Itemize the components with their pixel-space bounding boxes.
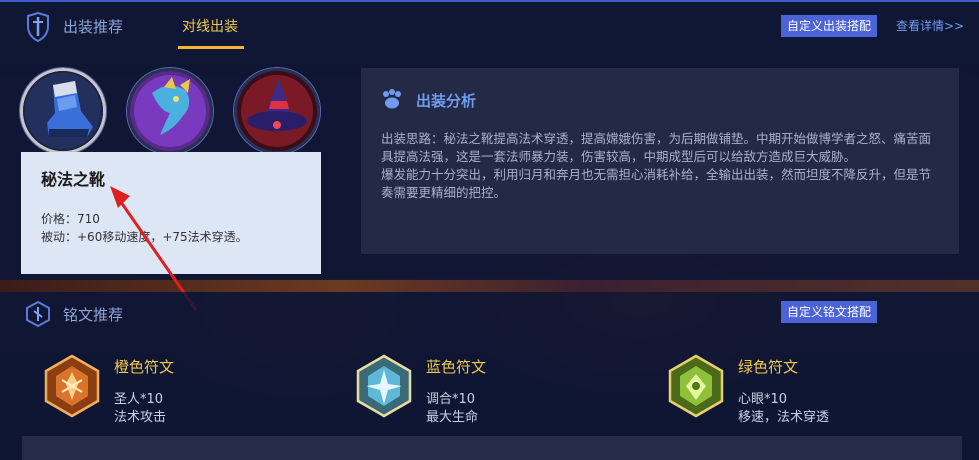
- rune-detail: 法术攻击: [114, 410, 167, 425]
- boots-icon: [23, 71, 103, 151]
- custom-rune-button[interactable]: 自定义铭文搭配: [781, 301, 877, 323]
- item-slot-scepter[interactable]: [127, 68, 213, 154]
- section-title: 出装推荐: [63, 18, 124, 36]
- rune-orange: 橙色符文 圣人*10 法术攻击: [42, 354, 302, 425]
- orange-rune-icon[interactable]: [42, 354, 102, 418]
- tooltip-item-name: 秘法之靴: [41, 170, 106, 189]
- item-slot-hat[interactable]: [234, 68, 320, 154]
- analysis-paragraph: 爆发能力十分突出，利用归月和奔月也无需担心消耗补给，全输出出装，然而坦度不降反升…: [381, 167, 932, 200]
- custom-build-button[interactable]: 自定义出装搭配: [781, 15, 877, 37]
- rune-green: 绿色符文 心眼*10 移速，法术穿透: [666, 354, 926, 425]
- rune-detail: 心眼*10: [738, 392, 788, 407]
- paw-icon: [383, 89, 401, 109]
- wizard-hat-icon: [237, 71, 317, 151]
- blue-rune-icon[interactable]: [354, 354, 414, 418]
- rune-detail: 圣人*10: [114, 392, 164, 407]
- next-section-edge: [22, 436, 962, 460]
- green-rune-icon[interactable]: [666, 354, 726, 418]
- tooltip-price: 价格：710: [41, 212, 100, 226]
- analysis-paragraph: 出装思路：秘法之靴提高法术穿透，提高嫦娥伤害，为后期做铺垫。中期开始做博学者之怒…: [381, 131, 932, 164]
- tab-lane-build[interactable]: 对线出装: [182, 16, 238, 36]
- analysis-text: 出装思路：秘法之靴提高法术穿透，提高嫦娥伤害，为后期做铺垫。中期开始做博学者之怒…: [381, 130, 943, 202]
- rune-hexagon-icon: [26, 301, 50, 327]
- build-analysis-box: 出装分析 出装思路：秘法之靴提高法术穿透，提高嫦娥伤害，为后期做铺垫。中期开始做…: [361, 68, 959, 254]
- sword-shield-icon: [27, 12, 49, 42]
- dragon-scepter-icon: [130, 71, 210, 151]
- rune-detail: 最大生命: [426, 410, 479, 425]
- rune-name: 蓝色符文: [426, 358, 487, 376]
- rune-detail: 调合*10: [426, 392, 476, 407]
- item-slot-boots[interactable]: [20, 68, 106, 154]
- tab-active-indicator: [178, 46, 244, 49]
- rune-recommendation-panel: 铭文推荐 自定义铭文搭配 橙色符文 圣人*10 法术攻击 蓝色符文 调合*10 …: [0, 292, 979, 460]
- rune-name: 橙色符文: [114, 358, 175, 376]
- rune-detail: 移速，法术穿透: [738, 410, 830, 425]
- rune-section-title: 铭文推荐: [63, 306, 124, 324]
- view-details-link[interactable]: 查看详情>>: [896, 17, 964, 34]
- rune-blue: 蓝色符文 调合*10 最大生命: [354, 354, 614, 425]
- rune-name: 绿色符文: [738, 358, 799, 376]
- analysis-title: 出装分析: [416, 92, 477, 110]
